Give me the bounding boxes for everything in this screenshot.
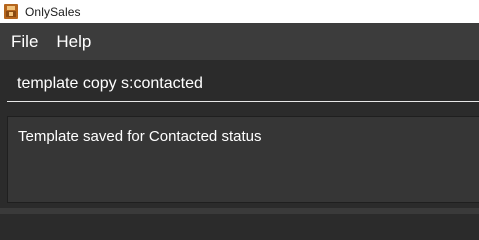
menu-help[interactable]: Help — [56, 32, 91, 52]
app-logo-icon — [4, 4, 18, 19]
status-bar — [0, 208, 479, 214]
result-message: Template saved for Contacted status — [18, 128, 262, 145]
menu-file[interactable]: File — [11, 32, 38, 52]
command-input[interactable] — [7, 66, 479, 102]
command-box-container — [0, 60, 479, 105]
menu-bar: File Help — [0, 23, 479, 60]
window-title: OnlySales — [25, 4, 81, 19]
title-bar: OnlySales — [0, 0, 479, 23]
result-display: Template saved for Contacted status — [7, 116, 479, 203]
